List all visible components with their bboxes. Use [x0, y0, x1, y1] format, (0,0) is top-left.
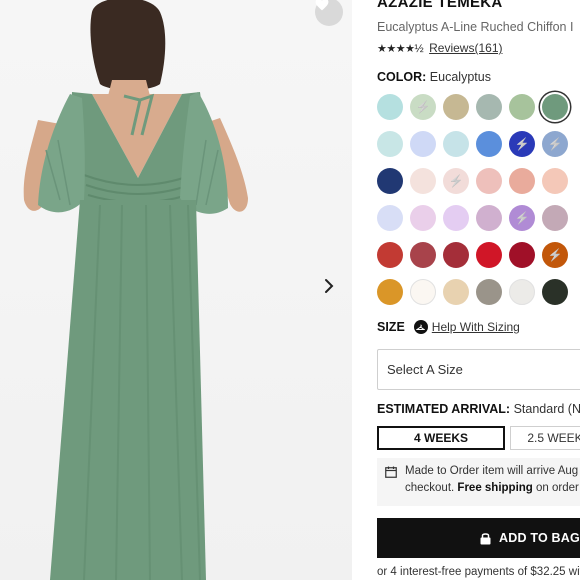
color-swatch[interactable]	[509, 94, 535, 120]
color-swatch[interactable]	[542, 168, 568, 194]
color-swatch[interactable]	[410, 168, 436, 194]
note-line-2-suffix: on order	[532, 482, 579, 494]
chevron-right-icon	[325, 279, 334, 293]
help-with-sizing-link[interactable]: Help With Sizing	[432, 320, 520, 334]
color-swatch[interactable]	[410, 242, 436, 268]
color-swatch[interactable]: ⚡	[509, 131, 535, 157]
heart-icon	[315, 0, 329, 11]
color-swatch[interactable]	[377, 94, 403, 120]
color-swatch[interactable]: ⚡	[443, 168, 469, 194]
estimated-arrival-label: ESTIMATED ARRIVAL:	[377, 402, 511, 416]
color-swatch[interactable]	[476, 94, 502, 120]
lightning-icon: ⚡	[514, 211, 530, 225]
add-to-bag-button[interactable]: ADD TO BAG	[377, 518, 580, 558]
lightning-icon: ⚡	[415, 100, 431, 114]
made-to-order-note: Made to Order item will arrive Aug check…	[377, 458, 580, 506]
color-swatch[interactable]	[377, 168, 403, 194]
color-swatch[interactable]	[377, 242, 403, 268]
color-swatch[interactable]	[542, 279, 568, 305]
reviews-link[interactable]: Reviews(161)	[429, 41, 502, 55]
estimated-arrival-row: ESTIMATED ARRIVAL: Standard (N	[377, 402, 580, 416]
color-swatch[interactable]	[509, 168, 535, 194]
size-row: SIZE Help With Sizing	[377, 320, 520, 334]
arrival-option-4-weeks[interactable]: 4 WEEKS	[377, 426, 505, 450]
color-swatch[interactable]	[377, 279, 403, 305]
color-swatch[interactable]	[410, 131, 436, 157]
add-to-bag-label: ADD TO BAG	[499, 531, 580, 545]
color-swatch[interactable]	[476, 242, 502, 268]
arrival-option-2-5-weeks[interactable]: 2.5 WEEK	[510, 426, 580, 450]
color-label-row: COLOR: Eucalyptus	[377, 70, 491, 84]
selected-color-name: Eucalyptus	[429, 70, 491, 84]
color-swatch[interactable]	[410, 279, 436, 305]
hanger-icon	[413, 320, 428, 334]
installments-text: or 4 interest-free payments of $32.25 wi…	[377, 566, 580, 578]
color-swatch[interactable]	[443, 279, 469, 305]
color-swatch[interactable]	[410, 205, 436, 231]
product-info-panel: AZAZIE TEMEKA Eucalyptus A-Line Ruched C…	[377, 0, 580, 580]
color-swatch[interactable]	[443, 205, 469, 231]
product-subtitle: Eucalyptus A-Line Ruched Chiffon I	[377, 20, 574, 34]
color-swatch[interactable]	[476, 131, 502, 157]
color-swatch[interactable]	[476, 205, 502, 231]
note-line-1: Made to Order item will arrive Aug	[405, 465, 579, 477]
color-swatch[interactable]	[542, 94, 568, 120]
shipping-method: Standard (N	[513, 402, 580, 416]
free-shipping-text: Free shipping	[457, 482, 533, 494]
color-swatch[interactable]	[476, 168, 502, 194]
size-label: SIZE	[377, 320, 405, 334]
color-swatch[interactable]	[542, 205, 568, 231]
dress-illustration	[23, 0, 248, 580]
color-swatch[interactable]: ⚡	[410, 94, 436, 120]
color-swatch[interactable]	[443, 94, 469, 120]
lightning-icon: ⚡	[547, 248, 563, 262]
color-swatch[interactable]	[377, 131, 403, 157]
color-swatch[interactable]	[443, 242, 469, 268]
rating-row: ★★★★½ Reviews(161)	[377, 41, 502, 55]
star-rating-icon: ★★★★½	[377, 42, 424, 55]
size-select-placeholder: Select A Size	[387, 362, 463, 377]
lock-icon	[480, 532, 491, 544]
color-swatch[interactable]: ⚡	[542, 131, 568, 157]
color-swatch[interactable]	[443, 131, 469, 157]
color-swatch[interactable]	[509, 279, 535, 305]
product-title: AZAZIE TEMEKA	[377, 0, 503, 11]
lightning-icon: ⚡	[448, 174, 464, 188]
color-swatch[interactable]	[476, 279, 502, 305]
lightning-icon: ⚡	[547, 137, 563, 151]
note-line-2: checkout. Free shipping on order	[405, 482, 579, 494]
next-image-button[interactable]	[324, 278, 344, 300]
note-line-2-prefix: checkout.	[405, 482, 458, 494]
color-swatch[interactable]	[377, 205, 403, 231]
product-image[interactable]	[0, 0, 352, 580]
color-label: COLOR:	[377, 70, 427, 84]
color-swatch[interactable]: ⚡	[542, 242, 568, 268]
color-swatch[interactable]	[509, 242, 535, 268]
calendar-icon	[385, 466, 397, 478]
size-select[interactable]: Select A Size	[377, 349, 580, 390]
color-swatch[interactable]: ⚡	[509, 205, 535, 231]
lightning-icon: ⚡	[514, 137, 530, 151]
